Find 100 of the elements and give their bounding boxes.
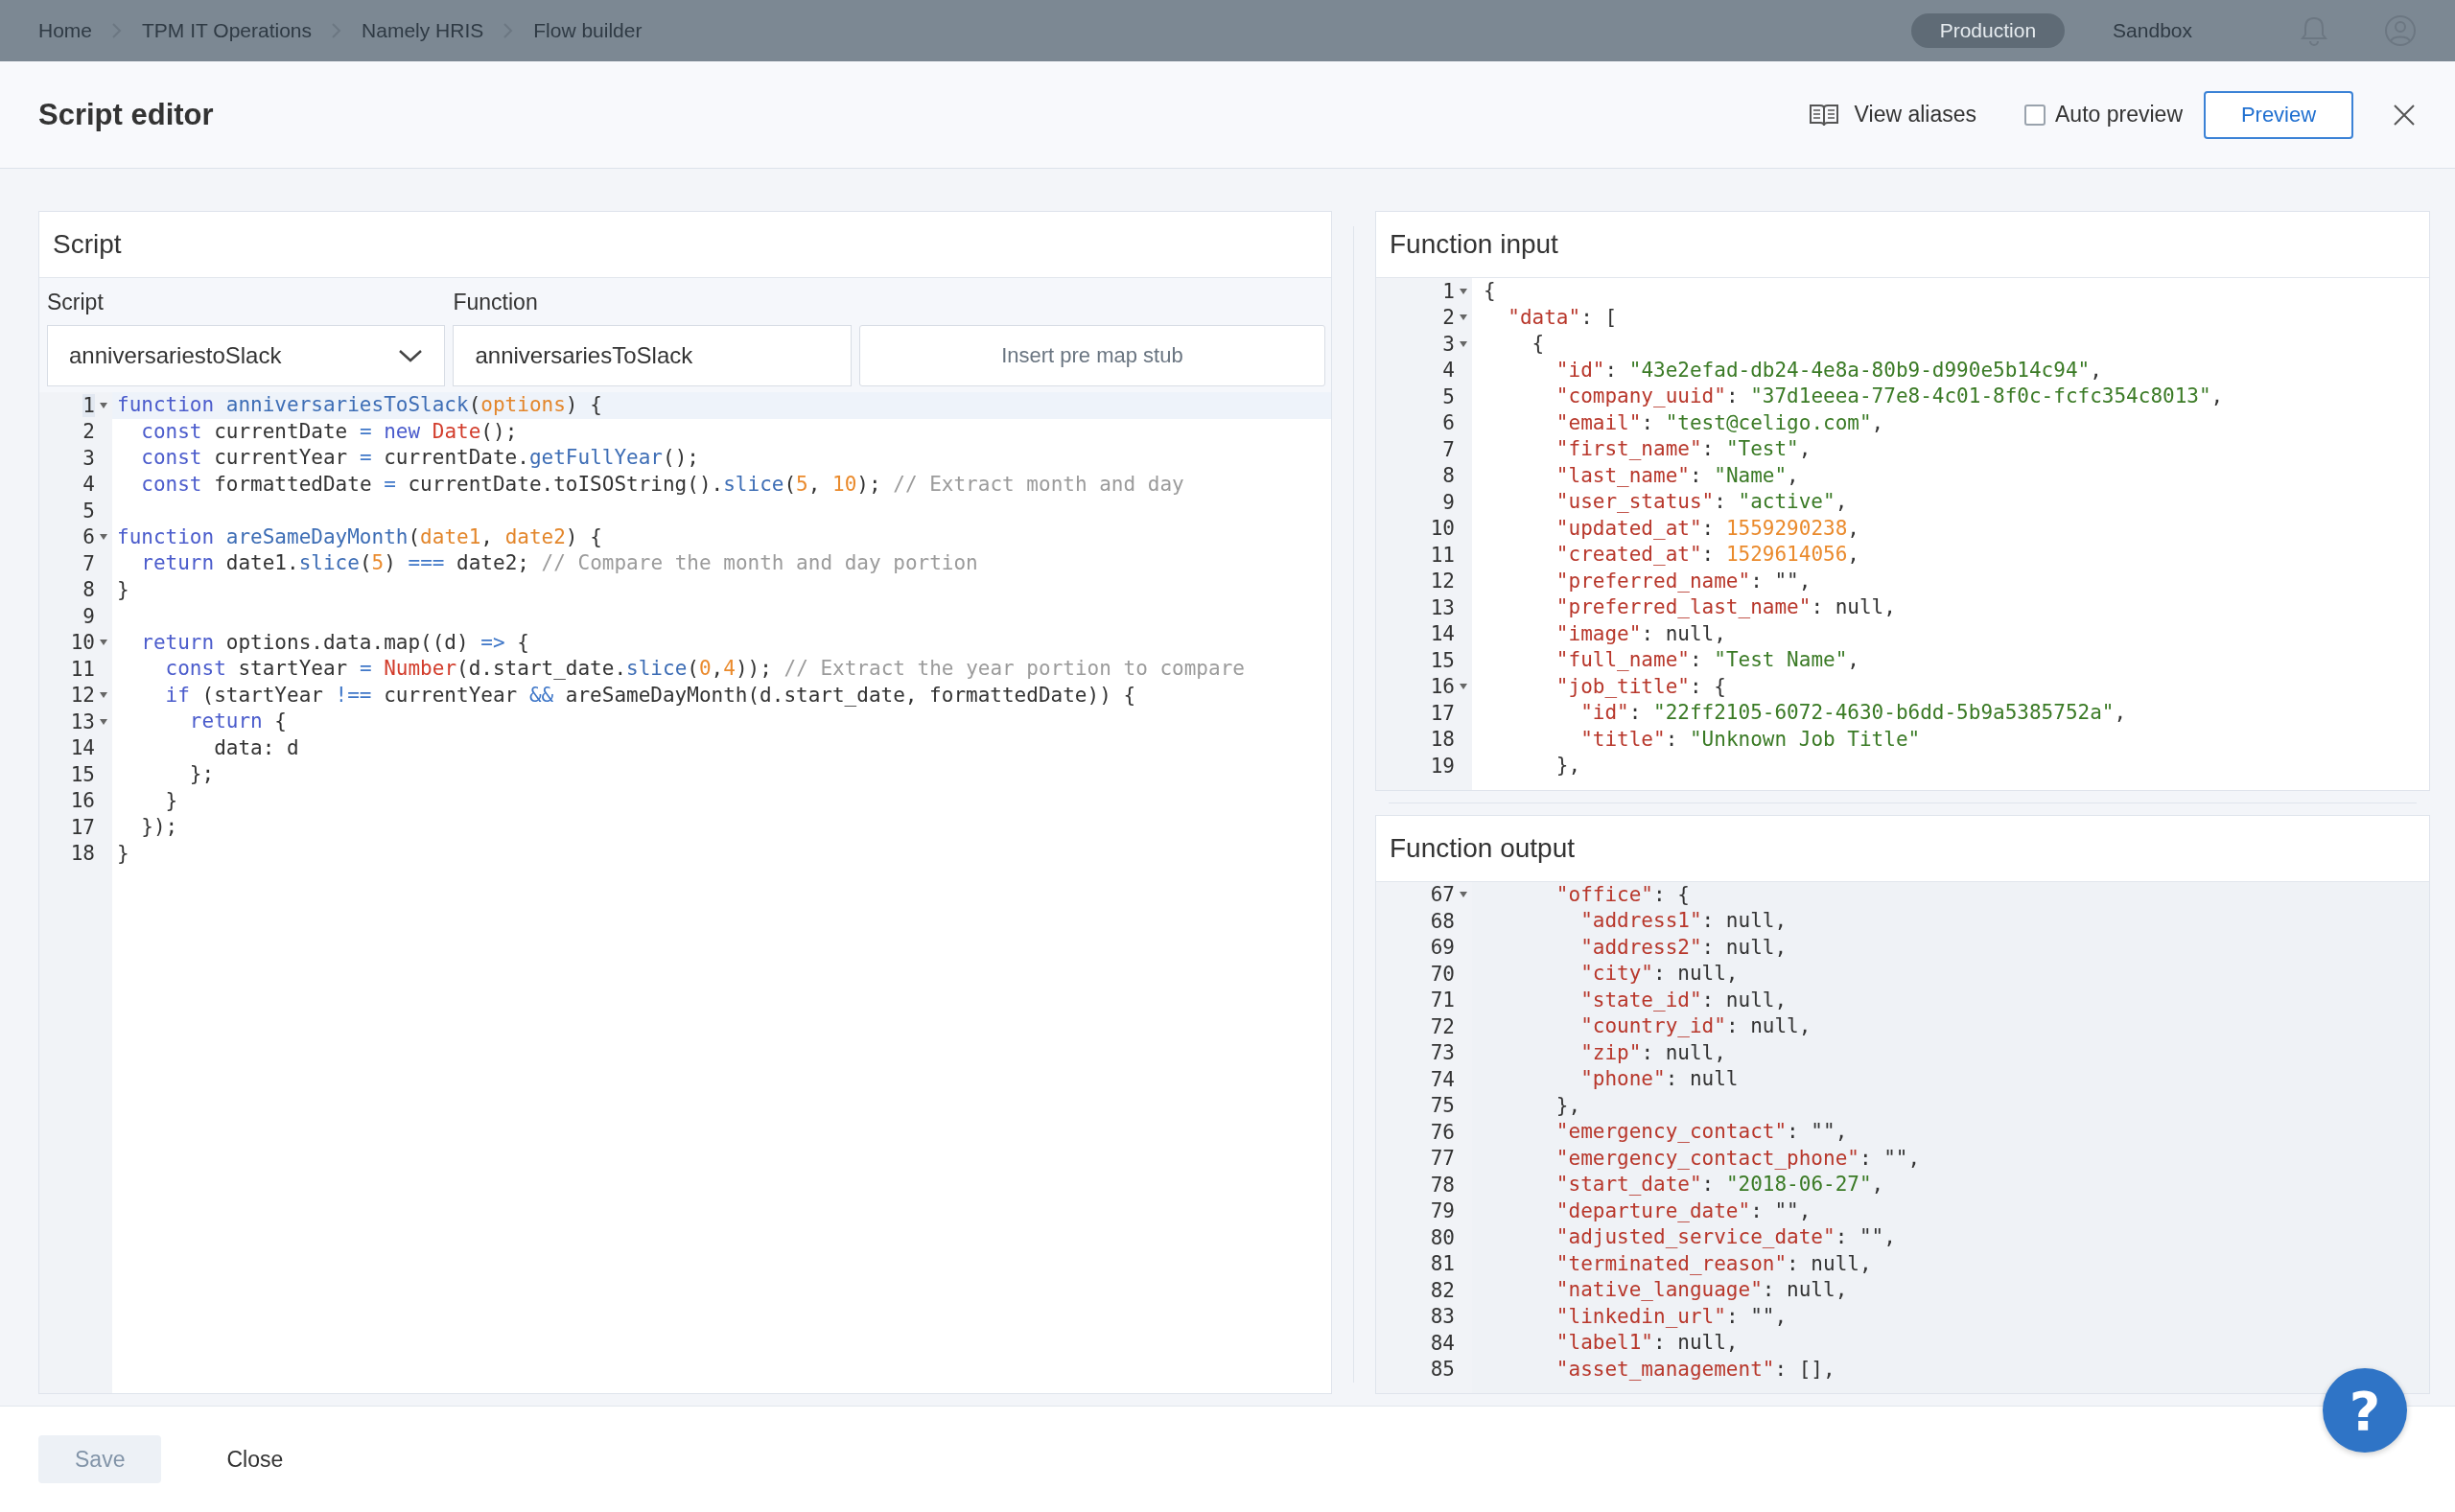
code-line: "full_name": "Test Name", bbox=[1555, 647, 1860, 673]
script-select[interactable]: anniversariestoSlack bbox=[47, 325, 446, 386]
line-number: 16 bbox=[1430, 675, 1455, 699]
code-line: "job_title": { bbox=[1555, 673, 1727, 700]
code-line: "adjusted_service_date": "", bbox=[1555, 1224, 1897, 1250]
breadcrumb-link[interactable]: Flow builder bbox=[533, 19, 643, 42]
code-line: return { bbox=[188, 709, 288, 734]
code-line: "address2": null, bbox=[1579, 934, 1789, 961]
drawer-title: Script editor bbox=[38, 97, 214, 132]
environment-toggle[interactable]: Sandbox bbox=[2084, 13, 2221, 48]
code-line: "emergency_contact": "", bbox=[1555, 1119, 1849, 1145]
code-line: } bbox=[164, 787, 179, 814]
line-number: 71 bbox=[1430, 989, 1455, 1012]
line-number: 7 bbox=[82, 551, 95, 575]
line-number: 10 bbox=[1430, 517, 1455, 541]
code-line: "email": "test@celigo.com", bbox=[1555, 409, 1885, 436]
line-number: 5 bbox=[82, 499, 95, 523]
line-number: 13 bbox=[1430, 595, 1455, 619]
code-line: }, bbox=[1555, 753, 1582, 779]
line-number: 15 bbox=[70, 762, 95, 786]
code-line: "user_status": "active", bbox=[1555, 489, 1849, 515]
line-number: 4 bbox=[82, 473, 95, 497]
code-line: "country_id": null, bbox=[1579, 1013, 1812, 1039]
fold-icon[interactable] bbox=[99, 639, 108, 647]
code-line: }; bbox=[188, 761, 216, 787]
line-number: 3 bbox=[1442, 332, 1455, 356]
code-line: }); bbox=[140, 814, 179, 840]
line-number: 3 bbox=[82, 446, 95, 470]
line-number: 79 bbox=[1430, 1199, 1455, 1223]
code-line: "zip": null, bbox=[1579, 1039, 1727, 1066]
code-line: "emergency_contact_phone": "", bbox=[1555, 1145, 1922, 1172]
line-number: 70 bbox=[1430, 962, 1455, 986]
book-icon bbox=[1808, 102, 1839, 128]
line-number: 13 bbox=[70, 709, 95, 733]
code-line: "id": "43e2efad-db24-4e8a-80b9-d990e5b14c94", bbox=[1555, 357, 2103, 384]
checkbox[interactable] bbox=[2024, 104, 2046, 126]
fold-icon[interactable] bbox=[1459, 339, 1468, 348]
code-line: "title": "Unknown Job Title" bbox=[1579, 726, 1922, 753]
line-number: 7 bbox=[1442, 437, 1455, 461]
line-number: 75 bbox=[1430, 1094, 1455, 1118]
line-number: 1 bbox=[1442, 279, 1455, 303]
code-line: const startYear = Number(d.start_date.slice(0,4)); // Extract the year portion to compare bbox=[164, 656, 1246, 682]
code-line: "updated_at": 1559290238, bbox=[1555, 515, 1860, 542]
line-number: 68 bbox=[1430, 909, 1455, 933]
environment-toggle[interactable]: Production bbox=[1910, 13, 2066, 48]
code-line: "linkedin_url": "", bbox=[1555, 1303, 1789, 1330]
code-line: "created_at": 1529614056, bbox=[1555, 542, 1860, 568]
code-line: function areSameDayMonth(date1, date2) { bbox=[116, 523, 603, 550]
view-aliases-button[interactable]: View aliases bbox=[1808, 102, 1977, 128]
line-number: 9 bbox=[1442, 490, 1455, 514]
line-number: 72 bbox=[1430, 1014, 1455, 1038]
breadcrumb-link[interactable]: Namely HRIS bbox=[362, 19, 484, 42]
fold-icon[interactable] bbox=[1459, 683, 1468, 691]
footer-button[interactable]: Close bbox=[190, 1435, 320, 1483]
code-line: "first_name": "Test", bbox=[1555, 436, 1812, 462]
fold-icon[interactable] bbox=[99, 691, 108, 700]
line-number: 77 bbox=[1430, 1147, 1455, 1171]
line-number: 16 bbox=[70, 789, 95, 813]
line-number: 6 bbox=[82, 525, 95, 549]
line-number: 67 bbox=[1430, 883, 1455, 907]
code-line: "start_date": "2018-06-27", bbox=[1555, 1172, 1885, 1198]
line-number: 6 bbox=[1442, 411, 1455, 435]
checkbox-label: Auto preview bbox=[2055, 102, 2183, 128]
code-line: }, bbox=[1555, 1092, 1582, 1119]
code-line: "departure_date": "", bbox=[1555, 1198, 1812, 1224]
line-number: 18 bbox=[1430, 728, 1455, 752]
code-line: "id": "22ff2105-6072-4630-b6dd-5b9a5385752a", bbox=[1579, 700, 2128, 726]
fold-icon[interactable] bbox=[1459, 287, 1468, 295]
fold-icon[interactable] bbox=[1459, 314, 1468, 322]
code-line: "preferred_name": "", bbox=[1555, 568, 1812, 594]
code-line: "terminated_reason": null, bbox=[1555, 1250, 1873, 1277]
fold-icon[interactable] bbox=[99, 717, 108, 726]
insert-stub-button[interactable]: Insert pre map stub bbox=[858, 325, 1325, 386]
code-line: { bbox=[1531, 331, 1546, 357]
code-line: "native_language": null, bbox=[1555, 1277, 1849, 1303]
breadcrumb-link[interactable]: Home bbox=[38, 19, 93, 42]
code-line: "preferred_last_name": null, bbox=[1555, 594, 1897, 620]
code-line: "label1": null, bbox=[1555, 1330, 1740, 1356]
breadcrumb-link[interactable]: TPM IT Operations bbox=[142, 19, 313, 42]
line-number: 8 bbox=[1442, 464, 1455, 488]
fold-icon[interactable] bbox=[1459, 891, 1468, 899]
code-line: "state_id": null, bbox=[1579, 987, 1789, 1013]
line-number: 2 bbox=[82, 420, 95, 444]
function-field[interactable]: anniversariesToSlack bbox=[453, 325, 852, 386]
line-number: 15 bbox=[1430, 648, 1455, 672]
line-number: 1 bbox=[82, 393, 95, 417]
code-line: return date1.slice(5) === date2; // Compare the month and day portion bbox=[140, 550, 979, 576]
code-line: "asset_management": [], bbox=[1555, 1356, 1836, 1383]
fold-icon[interactable] bbox=[99, 533, 108, 542]
code-line: "data": [ bbox=[1507, 304, 1619, 331]
line-number: 19 bbox=[1430, 754, 1455, 778]
line-number: 69 bbox=[1430, 936, 1455, 960]
line-number: 84 bbox=[1430, 1331, 1455, 1355]
close-icon[interactable] bbox=[2392, 102, 2417, 128]
preview-button[interactable]: Preview bbox=[2204, 90, 2353, 139]
code-line: return options.data.map((d) => { bbox=[140, 629, 530, 656]
line-number: 83 bbox=[1430, 1305, 1455, 1329]
fold-icon[interactable] bbox=[99, 401, 108, 409]
code-line: "company_uuid": "37d1eeea-77e8-4c01-8f0c-fcfc354c8013", bbox=[1555, 384, 2225, 409]
panel-title: Function input bbox=[1390, 229, 1558, 260]
